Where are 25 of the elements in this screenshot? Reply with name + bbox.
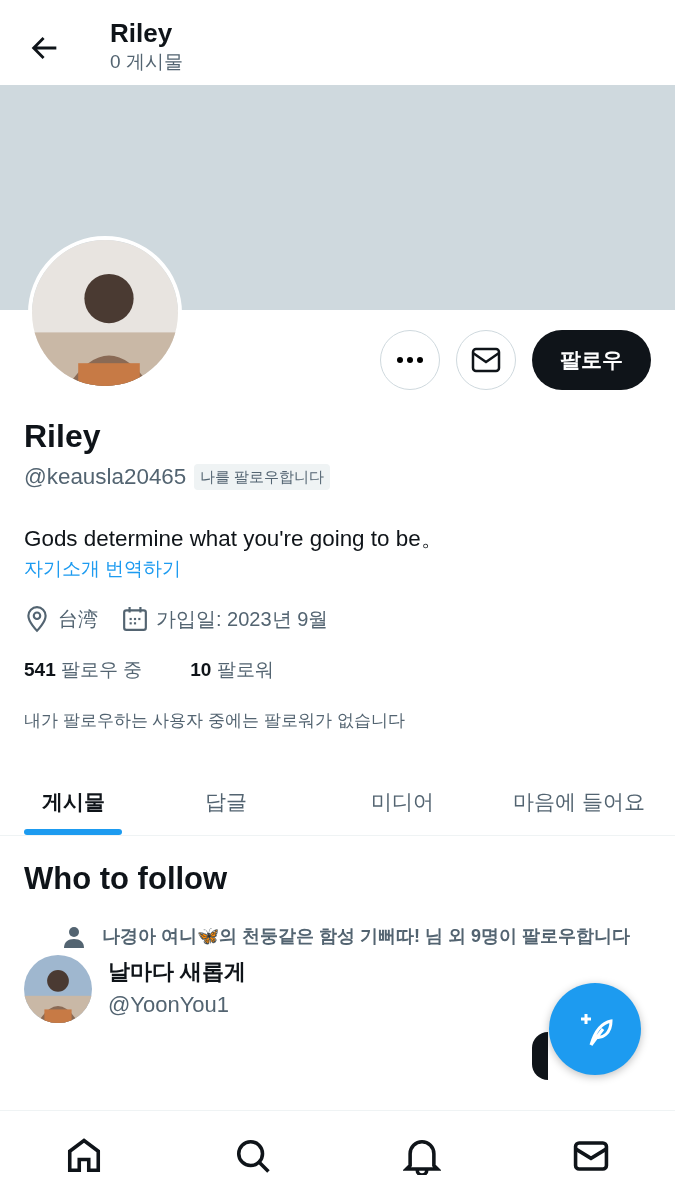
profile-tab[interactable]: 마음에 들어요 [490, 771, 667, 836]
follow-button[interactable]: 팔로우 [532, 330, 651, 390]
more-icon [396, 356, 424, 364]
followers-count[interactable]: 10 팔로워 [190, 655, 274, 685]
post-count: 0 게시물 [110, 49, 183, 74]
suggested-name: 날마다 새롭게 [108, 957, 247, 986]
profile-handle: @keausla20465 [24, 463, 187, 491]
following-count[interactable]: 541 팔로우 중 [24, 655, 143, 685]
profile-tab[interactable]: 게시물 [8, 771, 138, 836]
location-pin-icon [24, 604, 50, 633]
person-icon [62, 924, 86, 949]
profile-tab[interactable]: 답글 [138, 771, 315, 836]
header-title: Riley [110, 18, 174, 48]
follow-context: 나경아 여니🦋의 천둥같은 함성 기뻐따! 님 외 9명이 팔로우합니다 [102, 925, 630, 949]
calendar-icon [122, 605, 148, 632]
followers-you-know: 내가 팔로우하는 사용자 중에는 팔로워가 없습니다 [24, 710, 406, 733]
mail-icon [471, 347, 501, 373]
location: 台湾 [58, 606, 98, 632]
profile-name: Riley [24, 417, 102, 456]
follows-you-badge: 나를 팔로우합니다 [194, 463, 331, 491]
profile-bio: Gods determine what you're going to be。 [24, 524, 444, 553]
suggested-handle: @YoonYou1 [108, 990, 231, 1019]
section-title: Who to follow [24, 860, 229, 899]
profile-tab[interactable]: 미디어 [314, 771, 491, 836]
join-date: 가입일: 2023년 9월 [156, 606, 329, 632]
